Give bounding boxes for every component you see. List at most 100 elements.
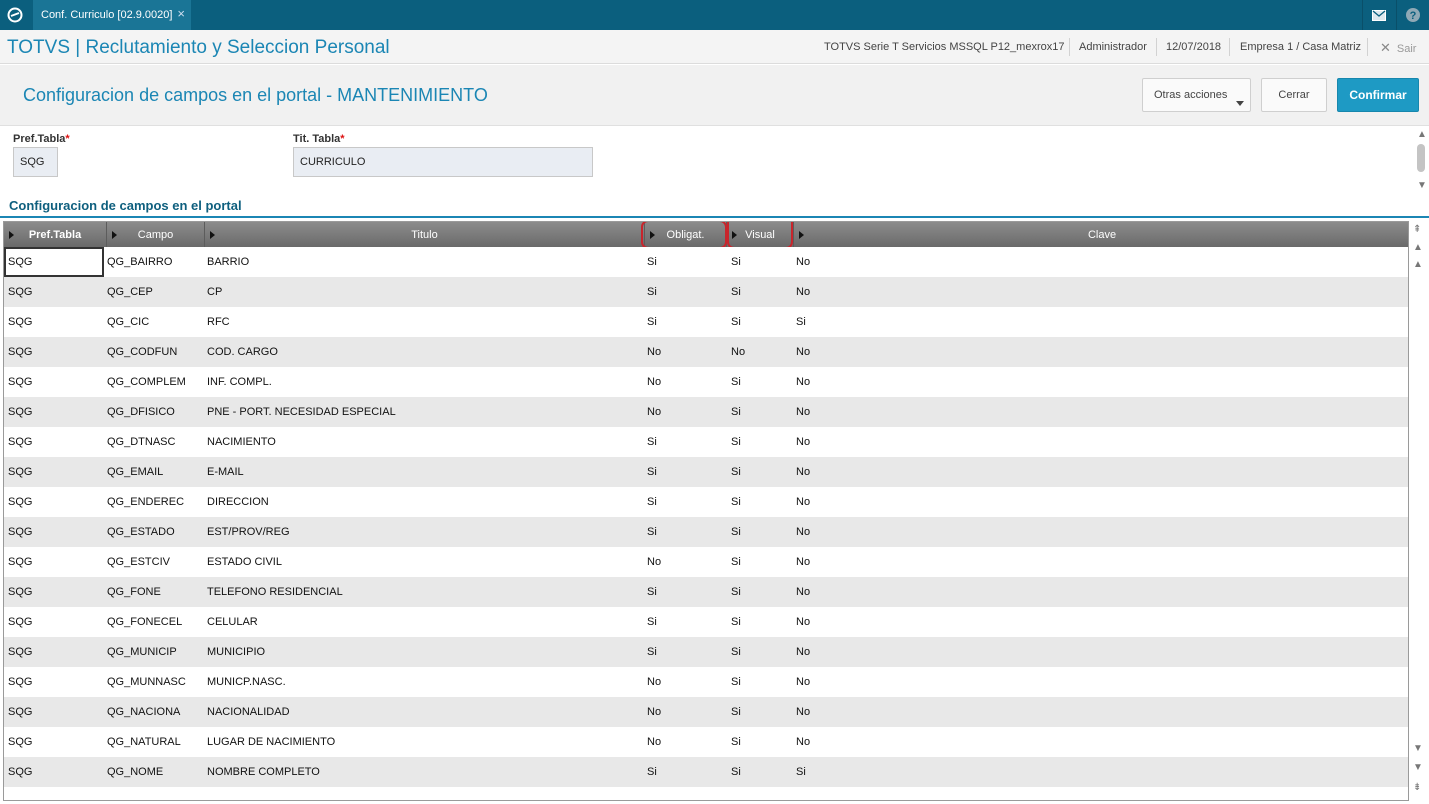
cell-clave[interactable]: No xyxy=(796,667,810,697)
cell-clave[interactable]: No xyxy=(796,487,810,517)
table-row[interactable]: SQG QG_CIC RFC Si Si Si xyxy=(4,307,1408,337)
cell-visual[interactable]: Si xyxy=(731,697,741,727)
table-row[interactable]: SQG QG_CODFUN COD. CARGO No No No xyxy=(4,337,1408,367)
cell-pref-tabla[interactable]: SQG xyxy=(8,307,32,337)
cell-pref-tabla[interactable]: SQG xyxy=(8,427,32,457)
cell-visual[interactable]: Si xyxy=(731,367,741,397)
close-button[interactable]: Cerrar xyxy=(1261,78,1327,112)
cell-visual[interactable]: Si xyxy=(731,487,741,517)
cell-clave[interactable]: No xyxy=(796,277,810,307)
cell-titulo[interactable]: NOMBRE COMPLETO xyxy=(207,757,320,787)
cell-clave[interactable]: No xyxy=(796,247,810,277)
tit-tabla-field[interactable]: CURRICULO xyxy=(293,147,593,177)
cell-clave[interactable]: No xyxy=(796,427,810,457)
cell-titulo[interactable]: COD. CARGO xyxy=(207,337,278,367)
cell-clave[interactable]: No xyxy=(796,517,810,547)
cell-visual[interactable]: Si xyxy=(731,277,741,307)
cell-visual[interactable]: Si xyxy=(731,757,741,787)
cell-pref-tabla[interactable]: SQG xyxy=(8,247,32,277)
cell-obligat[interactable]: Si xyxy=(647,637,657,667)
cell-pref-tabla[interactable]: SQG xyxy=(8,397,32,427)
table-row[interactable]: SQG QG_NOME NOMBRE COMPLETO Si Si Si xyxy=(4,757,1408,787)
cell-clave[interactable]: No xyxy=(796,637,810,667)
cell-obligat[interactable]: No xyxy=(647,397,661,427)
tab-conf-curriculo[interactable]: Conf. Curriculo [02.9.0020] × xyxy=(33,0,191,30)
cell-titulo[interactable]: BARRIO xyxy=(207,247,249,277)
cell-titulo[interactable]: MUNICIPIO xyxy=(207,637,265,667)
cell-obligat[interactable]: Si xyxy=(647,517,657,547)
cell-obligat[interactable]: No xyxy=(647,727,661,757)
cell-titulo[interactable]: E-MAIL xyxy=(207,457,244,487)
cell-campo[interactable]: QG_FONECEL xyxy=(107,607,182,637)
cell-campo[interactable]: QG_MUNICIP xyxy=(107,637,177,667)
pref-tabla-field[interactable]: SQG xyxy=(13,147,58,177)
cell-visual[interactable]: Si xyxy=(731,577,741,607)
cell-campo[interactable]: QG_NACIONA xyxy=(107,697,180,727)
cell-visual[interactable]: Si xyxy=(731,547,741,577)
form-scrollbar[interactable]: ▲ ▼ xyxy=(1414,127,1428,193)
cell-obligat[interactable]: Si xyxy=(647,607,657,637)
cell-campo[interactable]: QG_DTNASC xyxy=(107,427,175,457)
table-row[interactable]: SQG QG_DTNASC NACIMIENTO Si Si No xyxy=(4,427,1408,457)
cell-obligat[interactable]: Si xyxy=(647,487,657,517)
cell-titulo[interactable]: ESTADO CIVIL xyxy=(207,547,282,577)
scroll-page-down-icon[interactable]: ▼ xyxy=(1413,763,1423,773)
cell-visual[interactable]: Si xyxy=(731,457,741,487)
cell-clave[interactable]: No xyxy=(796,577,810,607)
cell-clave[interactable]: No xyxy=(796,397,810,427)
cell-visual[interactable]: Si xyxy=(731,667,741,697)
mail-icon[interactable] xyxy=(1362,0,1395,30)
cell-pref-tabla[interactable]: SQG xyxy=(8,367,32,397)
scroll-bottom-icon[interactable]: ⇟ xyxy=(1413,783,1421,793)
table-row[interactable]: SQG QG_NACIONA NACIONALIDAD No Si No xyxy=(4,697,1408,727)
scroll-down-icon[interactable]: ▼ xyxy=(1417,181,1427,191)
scroll-down-icon[interactable]: ▼ xyxy=(1413,744,1423,754)
cell-visual[interactable]: Si xyxy=(731,637,741,667)
table-row[interactable]: SQG QG_FONECEL CELULAR Si Si No xyxy=(4,607,1408,637)
cell-clave[interactable]: No xyxy=(796,607,810,637)
cell-pref-tabla[interactable]: SQG xyxy=(8,577,32,607)
cell-obligat[interactable]: No xyxy=(647,667,661,697)
cell-obligat[interactable]: Si xyxy=(647,757,657,787)
help-icon[interactable]: ? xyxy=(1396,0,1429,30)
cell-pref-tabla[interactable]: SQG xyxy=(8,277,32,307)
cell-campo[interactable]: QG_COMPLEM xyxy=(107,367,186,397)
cell-campo[interactable]: QG_DFISICO xyxy=(107,397,175,427)
cell-pref-tabla[interactable]: SQG xyxy=(8,457,32,487)
table-row[interactable]: SQG QG_NATURAL LUGAR DE NACIMIENTO No Si No xyxy=(4,727,1408,757)
cell-visual[interactable]: Si xyxy=(731,397,741,427)
scroll-up-icon[interactable]: ▲ xyxy=(1413,260,1423,270)
cell-visual[interactable]: Si xyxy=(731,607,741,637)
cell-campo[interactable]: QG_BAIRRO xyxy=(107,247,172,277)
cell-clave[interactable]: Si xyxy=(796,757,806,787)
other-actions-button[interactable]: Otras acciones xyxy=(1142,78,1251,112)
cell-obligat[interactable]: Si xyxy=(647,457,657,487)
cell-titulo[interactable]: EST/PROV/REG xyxy=(207,517,290,547)
cell-campo[interactable]: QG_CIC xyxy=(107,307,149,337)
cell-clave[interactable]: No xyxy=(796,727,810,757)
cell-titulo[interactable]: INF. COMPL. xyxy=(207,367,272,397)
cell-obligat[interactable]: No xyxy=(647,367,661,397)
cell-clave[interactable]: Si xyxy=(796,307,806,337)
table-row[interactable]: SQG QG_ESTCIV ESTADO CIVIL No Si No xyxy=(4,547,1408,577)
cell-pref-tabla[interactable]: SQG xyxy=(8,697,32,727)
table-row[interactable]: SQG QG_DFISICO PNE - PORT. NECESIDAD ESPEC… xyxy=(4,397,1408,427)
table-row[interactable]: SQG QG_COMPLEM INF. COMPL. No Si No xyxy=(4,367,1408,397)
cell-titulo[interactable]: TELEFONO RESIDENCIAL xyxy=(207,577,343,607)
column-header-clave[interactable]: Clave xyxy=(794,222,1408,247)
cell-titulo[interactable]: PNE - PORT. NECESIDAD ESPECIAL xyxy=(207,397,396,427)
table-row[interactable]: SQG QG_ESTADO EST/PROV/REG Si Si No xyxy=(4,517,1408,547)
cell-obligat[interactable]: Si xyxy=(647,277,657,307)
cell-titulo[interactable]: CELULAR xyxy=(207,607,258,637)
cell-pref-tabla[interactable]: SQG xyxy=(8,337,32,367)
cell-titulo[interactable]: CP xyxy=(207,277,222,307)
cell-pref-tabla[interactable]: SQG xyxy=(8,727,32,757)
cell-titulo[interactable]: LUGAR DE NACIMIENTO xyxy=(207,727,335,757)
cell-titulo[interactable]: NACIONALIDAD xyxy=(207,697,290,727)
cell-campo[interactable]: QG_CEP xyxy=(107,277,153,307)
exit-button[interactable]: ✕ Sair xyxy=(1380,40,1416,56)
cell-visual[interactable]: Si xyxy=(731,517,741,547)
column-header-campo[interactable]: Campo xyxy=(107,222,205,247)
cell-campo[interactable]: QG_ESTCIV xyxy=(107,547,170,577)
scroll-top-icon[interactable]: ⇞ xyxy=(1413,225,1421,235)
